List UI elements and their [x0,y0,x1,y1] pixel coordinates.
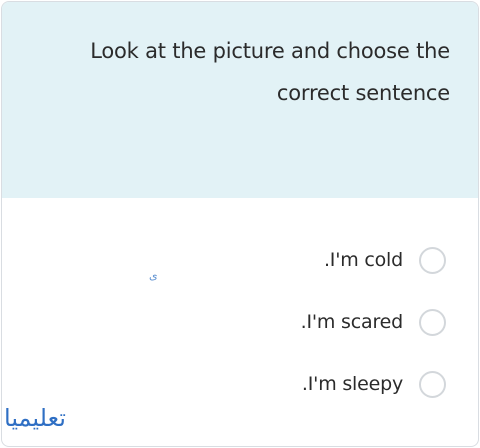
radio-button[interactable] [419,308,446,336]
option-scared[interactable]: .I'm scared [146,291,446,353]
option-sleepy[interactable]: .I'm sleepy [146,353,446,415]
question-line-2: correct sentence [276,81,450,105]
option-label: .I'm sleepy [301,373,403,395]
answer-options: .I'm cold .I'm scared .I'm sleepy [146,229,446,415]
radio-button[interactable] [419,246,446,274]
small-mark: ﻯ [149,269,158,282]
option-cold[interactable]: .I'm cold [146,229,446,291]
option-label: .I'm cold [323,249,403,271]
watermark-text: تعليميا [4,404,66,432]
question-text: Look at the picture and choose the corre… [50,30,450,114]
question-card: Look at the picture and choose the corre… [1,1,479,447]
question-line-1: Look at the picture and choose the [90,39,450,63]
question-header: Look at the picture and choose the corre… [2,2,478,198]
radio-button[interactable] [419,370,446,398]
option-label: .I'm scared [300,311,404,333]
